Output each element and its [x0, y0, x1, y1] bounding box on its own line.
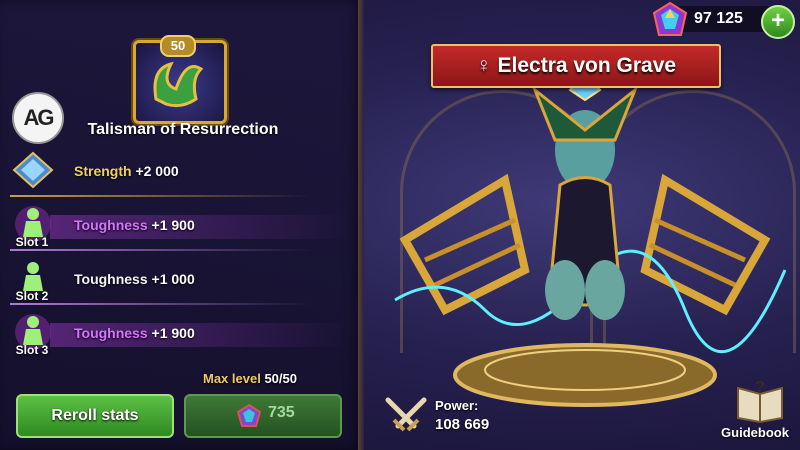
strength-crystal-icon [12, 151, 54, 189]
row-divider [10, 249, 312, 251]
hero-name-text: ♀ Electra von Grave [433, 54, 719, 78]
currency-value: 97 125 [694, 10, 743, 27]
max-level-value: 50/50 [264, 371, 297, 386]
stat-row-slot-1[interactable]: Slot 1 Toughness +1 900 [0, 201, 362, 251]
gem-icon [236, 403, 262, 427]
slot-label: Slot 3 [15, 343, 49, 357]
max-level-label: Max level [203, 371, 261, 386]
row-divider [10, 303, 312, 305]
gem-currency-icon [652, 1, 688, 36]
slot-label: Slot 2 [15, 289, 49, 303]
crossed-swords-icon [385, 397, 427, 432]
stat-row-strength: Strength +2 000 [0, 147, 362, 197]
reroll-stats-button[interactable]: Reroll stats [16, 394, 174, 438]
guidebook-icon[interactable]: ? [734, 378, 786, 424]
hero-artwork [394, 73, 787, 407]
talisman-level-badge: 50 [160, 35, 196, 57]
power-label: Power: [435, 398, 479, 413]
slot-label: Slot 1 [15, 235, 49, 249]
ag-logo: AG [12, 92, 64, 144]
max-level-text: Max level 50/50 [203, 371, 297, 386]
hero-name-banner: ♀ Electra von Grave [431, 44, 721, 88]
reroll-cost-value: 735 [268, 404, 295, 421]
stat-row-slot-3[interactable]: Slot 3 Toughness +1 900 [0, 309, 362, 359]
stat-text: Toughness +1 000 [74, 271, 195, 287]
stat-row-slot-2[interactable]: Slot 2 Toughness +1 000 [0, 255, 362, 305]
stat-text: Strength +2 000 [74, 163, 179, 179]
guidebook-label[interactable]: Guidebook [712, 425, 798, 440]
reroll-cost-button[interactable] [184, 394, 342, 438]
add-currency-button[interactable]: + [761, 5, 795, 39]
stat-text: Toughness +1 900 [74, 217, 195, 233]
hero-name: Electra von Grave [497, 54, 677, 77]
row-divider [10, 195, 312, 197]
stat-text: Toughness +1 900 [74, 325, 195, 341]
power-value: 108 669 [435, 416, 490, 433]
svg-text:?: ? [755, 379, 765, 396]
female-icon: ♀ [475, 54, 492, 77]
talisman-name: Talisman of Resurrection [87, 121, 279, 138]
